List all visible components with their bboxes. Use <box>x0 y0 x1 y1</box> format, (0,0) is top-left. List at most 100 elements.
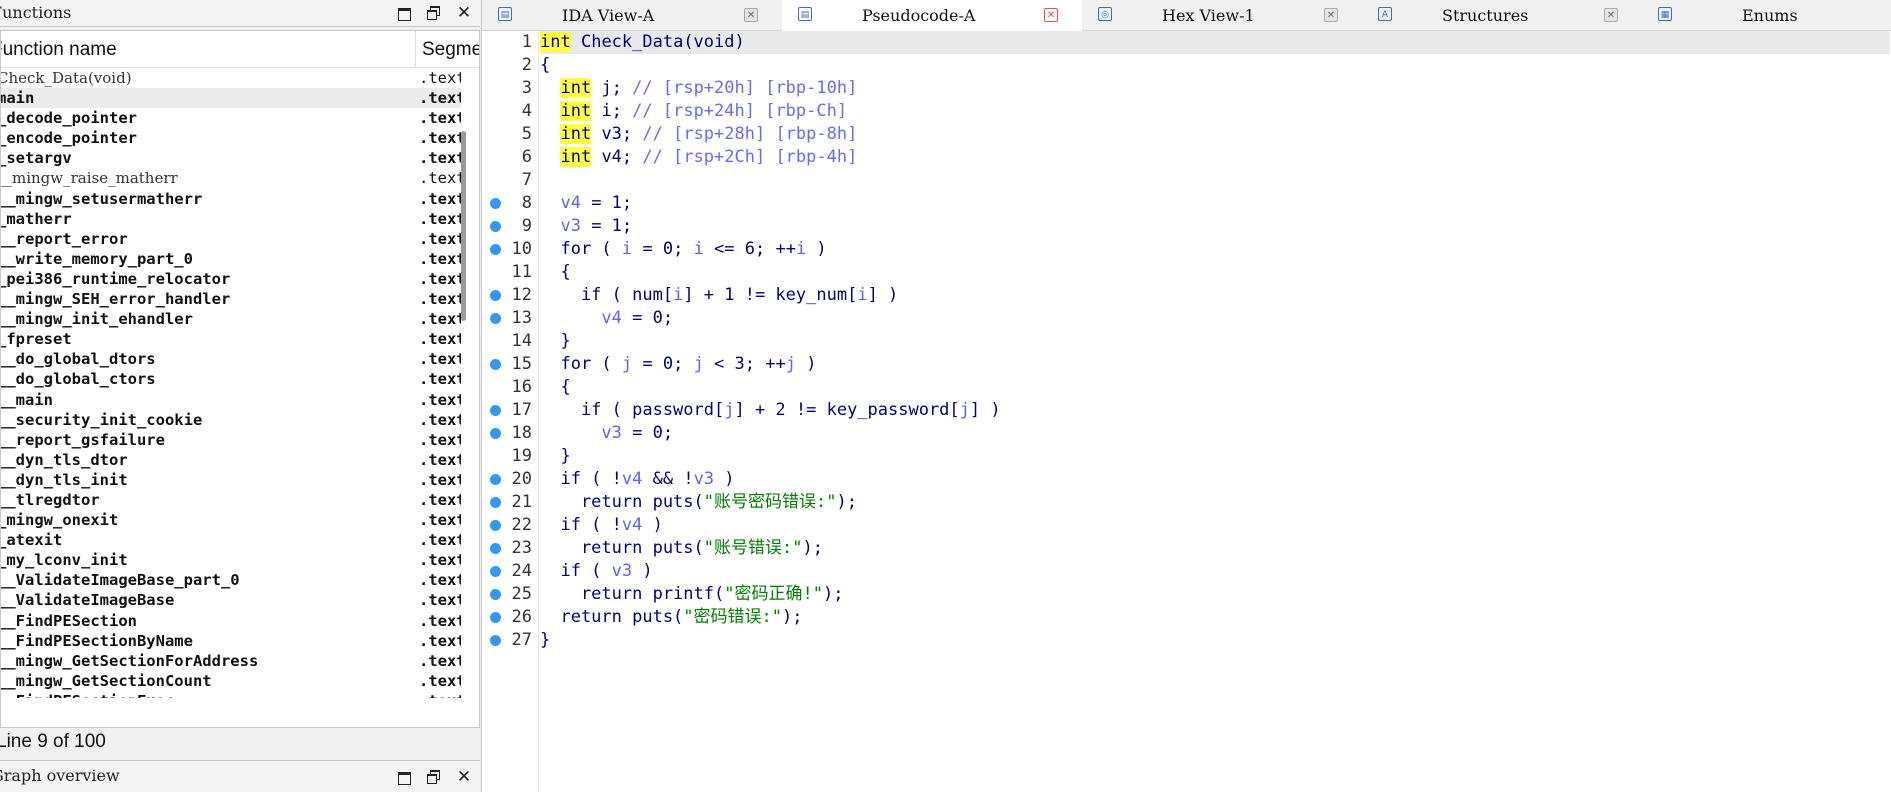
line-number[interactable]: 23 <box>482 537 536 560</box>
code-line[interactable]: return puts("账号错误:"); <box>540 537 823 560</box>
maximize-icon[interactable] <box>394 3 414 23</box>
function-row[interactable]: main .text <box>1 88 461 109</box>
function-row[interactable]: __FindPESectionByName .text <box>1 631 461 651</box>
code-line[interactable]: int j; // [rsp+20h] [rbp-10h] <box>540 77 857 100</box>
line-number[interactable]: 14 <box>482 330 536 353</box>
restore-icon[interactable] <box>424 767 444 787</box>
code-line[interactable]: for ( i = 0; i <= 6; ++i ) <box>540 238 826 261</box>
line-number[interactable]: 22 <box>482 514 536 537</box>
code-line[interactable]: v3 = 1; <box>540 215 632 238</box>
code-line[interactable]: } <box>540 445 570 468</box>
code-line[interactable]: return printf("密码正确!"); <box>540 583 844 606</box>
line-number[interactable]: 7 <box>482 169 536 192</box>
breakpoint-dot-icon[interactable] <box>490 405 501 416</box>
function-row[interactable]: _encode_pointer .text <box>1 128 461 148</box>
code-line[interactable]: if ( password[j] + 2 != key_password[j] … <box>540 399 1001 422</box>
breakpoint-dot-icon[interactable] <box>490 474 501 485</box>
breakpoint-dot-icon[interactable] <box>490 589 501 600</box>
breakpoint-dot-icon[interactable] <box>490 428 501 439</box>
line-number[interactable]: 17 <box>482 399 536 422</box>
function-row[interactable]: _matherr .text <box>1 209 461 229</box>
function-row[interactable]: _mingw_onexit .text <box>1 510 461 530</box>
code-line[interactable]: if ( num[i] + 1 != key_num[i] ) <box>540 284 898 307</box>
function-row[interactable]: __write_memory_part_0 .text <box>1 249 461 269</box>
column-function-name[interactable]: Function name <box>1 39 117 61</box>
function-row[interactable]: _my_lconv_init .text <box>1 550 461 570</box>
line-number[interactable]: 16 <box>482 376 536 399</box>
function-row[interactable]: _atexit .text <box>1 530 461 550</box>
tab-hex-view-1[interactable]: ◎ Hex View-1 ✕ <box>1082 0 1363 30</box>
column-divider[interactable] <box>415 31 416 67</box>
tab-close-icon[interactable]: ✕ <box>1324 8 1338 22</box>
function-row[interactable]: __ValidateImageBase .text <box>1 590 461 610</box>
restore-icon[interactable] <box>424 3 444 23</box>
line-number[interactable]: 26 <box>482 606 536 629</box>
breakpoint-dot-icon[interactable] <box>490 198 501 209</box>
function-row[interactable]: __mingw_init_ehandler .text <box>1 309 461 329</box>
function-row[interactable]: __report_error .text <box>1 229 461 249</box>
function-row[interactable]: __tlregdtor .text <box>1 490 461 510</box>
line-number[interactable]: 15 <box>482 353 536 376</box>
line-number[interactable]: 21 <box>482 491 536 514</box>
line-number[interactable]: 18 <box>482 422 536 445</box>
line-number[interactable]: 10 <box>482 238 536 261</box>
tab-close-icon[interactable]: ✕ <box>1044 8 1058 22</box>
close-icon[interactable]: ✕ <box>454 3 474 23</box>
code-line[interactable]: return puts("账号密码错误:"); <box>540 491 857 514</box>
breakpoint-dot-icon[interactable] <box>490 612 501 623</box>
line-number[interactable]: 6 <box>482 146 536 169</box>
tab-close-icon[interactable]: ✕ <box>1604 8 1618 22</box>
line-number[interactable]: 20 <box>482 468 536 491</box>
code-line[interactable]: int Check_Data(void) <box>540 31 1890 54</box>
function-row[interactable]: Check_Data(void) .text <box>1 68 461 88</box>
function-row[interactable]: __report_gsfailure .text <box>1 430 461 450</box>
maximize-icon[interactable] <box>394 767 414 787</box>
code-line[interactable]: int i; // [rsp+24h] [rbp-Ch] <box>540 100 847 123</box>
line-number[interactable]: 19 <box>482 445 536 468</box>
function-row[interactable]: __mingw_GetSectionForAddress .text <box>1 651 461 671</box>
tab-ida-view-a[interactable]: ▤ IDA View-A ✕ <box>482 0 783 30</box>
function-row[interactable]: __do_global_dtors .text <box>1 349 461 369</box>
function-row[interactable]: _decode_pointer .text <box>1 108 461 128</box>
function-row[interactable]: __FindPESection .text <box>1 611 461 631</box>
line-number[interactable]: 1 <box>482 31 536 54</box>
code-line[interactable]: { <box>540 54 550 77</box>
breakpoint-dot-icon[interactable] <box>490 244 501 255</box>
breakpoint-dot-icon[interactable] <box>490 543 501 554</box>
vertical-scrollbar[interactable] <box>461 131 466 321</box>
line-number[interactable]: 9 <box>482 215 536 238</box>
line-number[interactable]: 12 <box>482 284 536 307</box>
code-line[interactable]: { <box>540 261 570 284</box>
function-row[interactable]: __mingw_GetSectionCount .text <box>1 671 461 691</box>
breakpoint-dot-icon[interactable] <box>490 520 501 531</box>
code-line[interactable]: int v4; // [rsp+2Ch] [rbp-4h] <box>540 146 857 169</box>
function-row[interactable]: _pei386_runtime_relocator .text <box>1 269 461 289</box>
function-row[interactable]: _setargv .text <box>1 148 461 168</box>
close-icon[interactable]: ✕ <box>454 767 474 787</box>
line-number[interactable]: 2 <box>482 54 536 77</box>
code-line[interactable]: v3 = 0; <box>540 422 673 445</box>
line-number[interactable]: 13 <box>482 307 536 330</box>
tab-pseudocode-a[interactable]: ▤ Pseudocode-A ✕ <box>782 0 1083 31</box>
tab-enums[interactable]: ▦ Enums <box>1642 0 1891 30</box>
line-number[interactable]: 4 <box>482 100 536 123</box>
line-number[interactable]: 25 <box>482 583 536 606</box>
code-line[interactable]: v4 = 0; <box>540 307 673 330</box>
breakpoint-dot-icon[interactable] <box>490 566 501 577</box>
column-segment[interactable]: Segment <box>422 39 479 61</box>
breakpoint-dot-icon[interactable] <box>490 497 501 508</box>
code-line[interactable]: } <box>540 330 570 353</box>
function-row[interactable]: __do_global_ctors .text <box>1 369 461 389</box>
breakpoint-dot-icon[interactable] <box>490 359 501 370</box>
line-number[interactable]: 11 <box>482 261 536 284</box>
code-line[interactable]: v4 = 1; <box>540 192 632 215</box>
line-number[interactable]: 3 <box>482 77 536 100</box>
code-line[interactable]: for ( j = 0; j < 3; ++j ) <box>540 353 816 376</box>
function-row[interactable]: __dyn_tls_init .text <box>1 470 461 490</box>
code-line[interactable]: if ( !v4 ) <box>540 514 662 537</box>
tab-structures[interactable]: A Structures ✕ <box>1362 0 1643 30</box>
function-row[interactable]: __main .text <box>1 390 461 410</box>
code-line[interactable]: if ( v3 ) <box>540 560 652 583</box>
code-line[interactable]: { <box>540 376 570 399</box>
function-row[interactable]: __mingw_raise_matherr .text <box>1 168 461 188</box>
